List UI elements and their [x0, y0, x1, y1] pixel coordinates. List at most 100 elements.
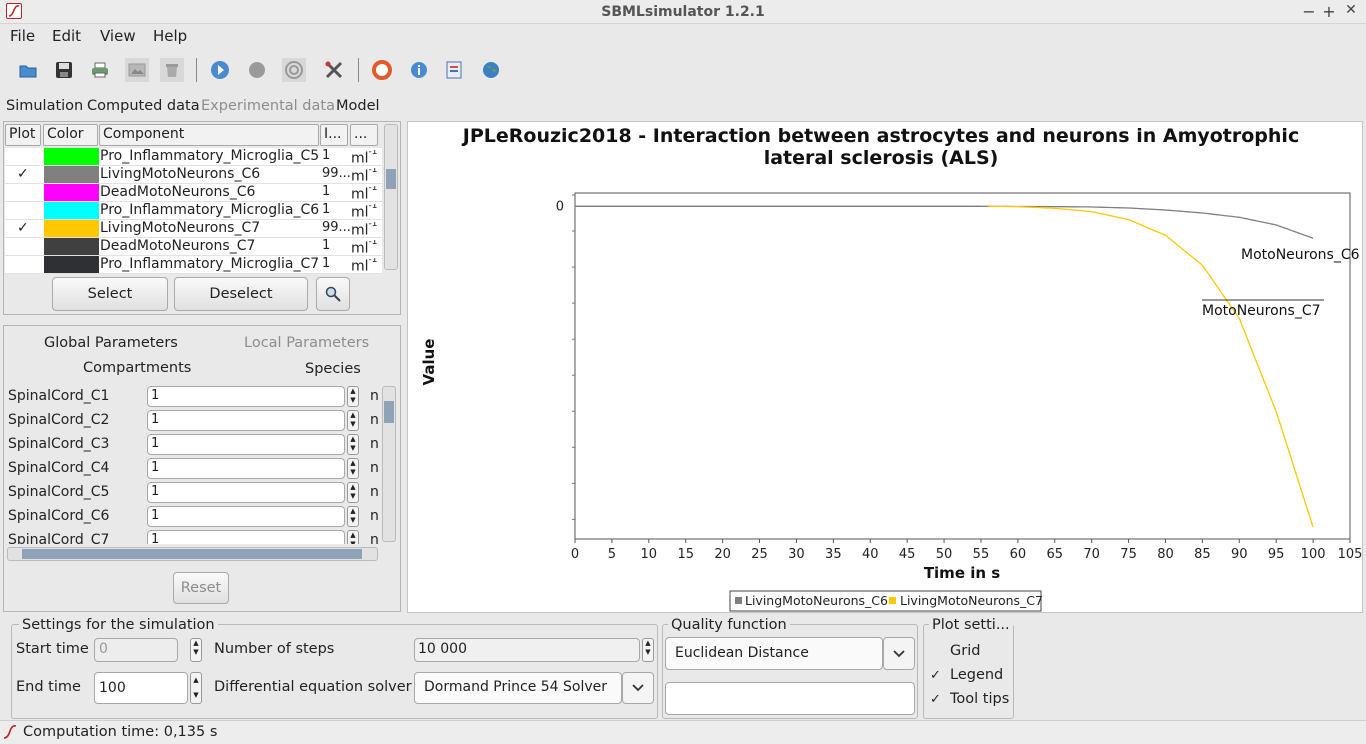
plot-settings-title: Plot setti... [929, 617, 1013, 633]
tooltips-checkbox[interactable]: ✓ [930, 692, 941, 707]
col-plot[interactable]: Plot [5, 124, 41, 146]
start-time-spinner[interactable]: ▲ ▼ [190, 638, 202, 662]
color-swatch[interactable] [44, 202, 99, 219]
table-row[interactable]: Pro_Inflammatory_Microglia_C6 1 ml-1 [5, 202, 382, 220]
parameter-spinner[interactable]: ▲ ▼ [347, 386, 359, 407]
open-icon[interactable] [16, 58, 40, 82]
license-icon[interactable] [442, 58, 466, 82]
parameter-spinner[interactable]: ▲ ▼ [347, 506, 359, 527]
help-icon[interactable] [370, 58, 394, 82]
plot-checkbox[interactable]: ✓ [17, 166, 37, 182]
end-time-input[interactable]: 100 [94, 672, 188, 704]
end-time-spinner[interactable]: ▲ ▼ [190, 672, 202, 704]
legend-checkbox[interactable]: ✓ [930, 668, 941, 683]
stop-icon[interactable] [245, 58, 269, 82]
deselect-button[interactable]: Deselect [174, 277, 308, 311]
steps-spinner[interactable]: ▲ ▼ [642, 638, 654, 662]
parameter-spinner[interactable]: ▲ ▼ [347, 410, 359, 431]
magnifier-icon[interactable] [316, 277, 350, 311]
trash-icon[interactable] [160, 58, 184, 82]
initial-value: 1 [322, 148, 331, 163]
parameter-spinner[interactable]: ▲ ▼ [347, 434, 359, 455]
unit-cell: ml-1 [351, 204, 378, 220]
maximize-button[interactable]: + [1320, 2, 1338, 21]
solver-dropdown[interactable]: Dormand Prince 54 Solver [414, 672, 622, 704]
quality-value-field[interactable] [665, 682, 915, 715]
legend-label: LivingMotoNeurons_C7 [900, 593, 1043, 608]
tab-local-parameters[interactable]: Local Parameters [244, 335, 369, 351]
export-image-icon[interactable] [125, 58, 149, 82]
color-swatch[interactable] [44, 166, 99, 183]
optimize-icon[interactable] [282, 58, 306, 82]
x-tick-label: 75 [1120, 547, 1137, 562]
tab-computed-data[interactable]: Computed data [87, 98, 200, 114]
parameter-input[interactable]: 1 [147, 482, 345, 503]
reset-button[interactable]: Reset [173, 572, 229, 604]
status-text: Computation time: 0,135 s [23, 724, 218, 740]
start-time-input[interactable]: 0 [94, 638, 178, 662]
y-tick-label: 0 [556, 199, 564, 214]
col-color[interactable]: Color [43, 124, 98, 146]
settings-icon[interactable] [322, 58, 346, 82]
legend-label: LivingMotoNeurons_C6 [745, 593, 888, 608]
menu-view[interactable]: View [100, 27, 136, 45]
color-swatch[interactable] [44, 220, 99, 237]
table-row[interactable]: DeadMotoNeurons_C6 1 ml-1 [5, 184, 382, 202]
parameter-input[interactable]: 1 [147, 530, 345, 544]
table-scrollbar[interactable] [384, 124, 398, 270]
table-row[interactable]: ✓ LivingMotoNeurons_C6 99... ml-1 [5, 166, 382, 184]
table-row[interactable]: Pro_Inflammatory_Microglia_C5 1 ml-1 [5, 148, 382, 166]
tab-species[interactable]: Species [305, 361, 361, 377]
parameter-input[interactable]: 1 [147, 386, 345, 407]
parameter-spinner[interactable]: ▲ ▼ [347, 530, 359, 544]
color-swatch[interactable] [44, 256, 99, 273]
chevron-down-icon[interactable] [883, 637, 915, 670]
parameter-spinner[interactable]: ▲ ▼ [347, 482, 359, 503]
print-icon[interactable] [88, 58, 112, 82]
color-swatch[interactable] [44, 148, 99, 165]
parameter-input[interactable]: 1 [147, 506, 345, 527]
tab-experimental-data[interactable]: Experimental data [201, 98, 335, 114]
parameter-input[interactable]: 1 [147, 434, 345, 455]
bottom-settings: Settings for the simulation Start time 0… [0, 614, 1366, 720]
end-time-label: End time [16, 679, 81, 695]
steps-input[interactable]: 10 000 [414, 638, 640, 662]
col-initial[interactable]: I... [320, 124, 348, 146]
table-row[interactable]: Pro_Inflammatory_Microglia_C7 1 ml-1 [5, 256, 382, 274]
tooltips-label: Tool tips [950, 691, 1010, 707]
chart-title: lateral sclerosis (ALS) [764, 147, 999, 169]
online-update-icon[interactable] [479, 58, 503, 82]
color-swatch[interactable] [44, 238, 99, 255]
tab-compartments[interactable]: Compartments [83, 360, 191, 376]
parameter-hscrollbar[interactable] [7, 547, 378, 561]
parameter-input[interactable]: 1 [147, 410, 345, 431]
tab-model[interactable]: Model [336, 98, 380, 114]
menu-file[interactable]: File [10, 27, 35, 45]
play-icon[interactable] [208, 58, 232, 82]
chart[interactable]: JPLeRouzic2018 - Interaction between ast… [408, 122, 1362, 612]
table-row[interactable]: ✓ LivingMotoNeurons_C7 99... ml-1 [5, 220, 382, 238]
table-row[interactable]: DeadMotoNeurons_C7 1 ml-1 [5, 238, 382, 256]
parameter-spinner[interactable]: ▲ ▼ [347, 458, 359, 479]
tab-global-parameters[interactable]: Global Parameters [44, 335, 178, 351]
x-tick-label: 90 [1231, 547, 1248, 562]
minimize-button[interactable]: − [1300, 2, 1318, 21]
save-icon[interactable] [52, 58, 76, 82]
color-swatch[interactable] [44, 184, 99, 201]
chevron-down-icon[interactable] [622, 672, 654, 704]
col-unit[interactable]: ... [350, 124, 378, 146]
parameter-vscrollbar[interactable] [382, 386, 396, 542]
tab-simulation[interactable]: Simulation [6, 98, 83, 114]
grid-label: Grid [950, 643, 981, 659]
info-icon[interactable] [407, 58, 431, 82]
plot-panel[interactable]: JPLeRouzic2018 - Interaction between ast… [407, 121, 1363, 613]
menu-help[interactable]: Help [153, 27, 187, 45]
menu-edit[interactable]: Edit [52, 27, 81, 45]
x-tick-label: 45 [899, 547, 916, 562]
select-button[interactable]: Select [52, 277, 168, 311]
close-button[interactable]: ✕ [1342, 2, 1360, 18]
parameter-input[interactable]: 1 [147, 458, 345, 479]
plot-checkbox[interactable]: ✓ [17, 220, 37, 236]
quality-function-dropdown[interactable]: Euclidean Distance [665, 637, 883, 670]
col-component[interactable]: Component [99, 124, 319, 146]
